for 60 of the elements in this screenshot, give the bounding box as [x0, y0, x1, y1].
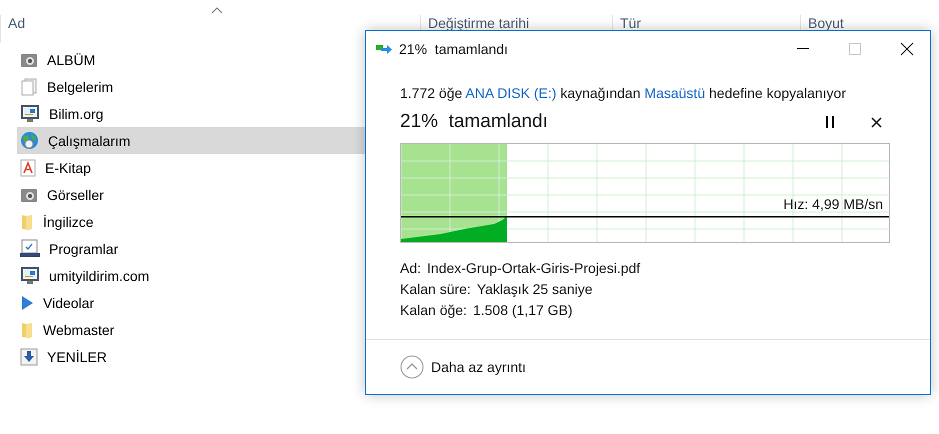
detail-value: Index-Grup-Ortak-Giris-Projesi.pdf	[427, 260, 640, 276]
play-icon	[20, 294, 34, 310]
file-row[interactable]: umityildirim.com	[17, 262, 370, 289]
sort-caret-icon	[211, 7, 223, 14]
file-row[interactable]: Programlar	[17, 235, 370, 262]
camera-icon	[20, 52, 38, 68]
file-row[interactable]: YENİLER	[17, 343, 370, 370]
file-row[interactable]: Belgelerim	[17, 73, 370, 100]
pdf-icon	[20, 158, 36, 176]
column-header[interactable]: Tür	[620, 15, 641, 31]
installer-icon	[20, 239, 40, 258]
file-row[interactable]: Videolar	[17, 289, 370, 316]
details-toggle[interactable]: Daha az ayrıntı	[400, 355, 526, 379]
file-name: E-Kitap	[45, 160, 91, 176]
camera-icon	[20, 186, 38, 202]
close-icon	[900, 42, 914, 56]
file-row[interactable]: Bilim.org	[17, 100, 370, 127]
file-name: Webmaster	[43, 322, 114, 338]
detail-value: 1.508 (1,17 GB)	[472, 302, 573, 318]
progress-label: 21% tamamlandı	[400, 111, 549, 133]
globe-icon	[20, 131, 39, 150]
maximize-icon	[849, 43, 861, 55]
window-title: 21% tamamlandı	[399, 41, 509, 57]
column-header[interactable]: Ad	[8, 15, 26, 31]
pause-icon	[825, 116, 835, 128]
file-row[interactable]: İngilizce	[17, 208, 370, 235]
file-name: Belgelerim	[47, 78, 114, 94]
file-row[interactable]: Görseller	[17, 181, 370, 208]
file-name: Programlar	[49, 240, 118, 256]
file-name: İngilizce	[43, 214, 94, 230]
location-link[interactable]: ANA DISK (E:)	[465, 85, 556, 101]
documents-icon	[20, 78, 38, 96]
file-name: Çalışmalarım	[48, 132, 130, 148]
chevron-circle-icon	[400, 355, 424, 379]
file-name: ALBÜM	[47, 52, 96, 68]
download-icon	[20, 348, 38, 366]
file-name: umityildirim.com	[49, 268, 150, 284]
column-header[interactable]: Boyut	[808, 15, 844, 31]
detail-label: Kalan süre:	[400, 281, 471, 297]
monitor-icon	[20, 266, 40, 285]
column-header[interactable]: Değiştirme tarihi	[428, 15, 530, 31]
file-row[interactable]: E-Kitap	[17, 154, 370, 181]
file-name: Videolar	[43, 294, 94, 310]
copy-icon	[375, 43, 393, 55]
folder-icon	[20, 320, 34, 338]
folder-icon	[20, 212, 34, 230]
file-row[interactable]: Webmaster	[17, 316, 370, 343]
file-name: Görseller	[47, 186, 104, 202]
file-name: Bilim.org	[49, 106, 104, 122]
file-name: YENİLER	[47, 348, 107, 364]
monitor-icon	[20, 104, 40, 123]
detail-label: Ad:	[400, 260, 422, 276]
minimize-icon	[797, 48, 809, 50]
detail-value: Yaklaşık 25 saniye	[476, 281, 593, 297]
close-icon	[870, 116, 882, 128]
location-link[interactable]: Masaüstü	[644, 85, 706, 101]
file-row[interactable]: ALBÜM	[17, 46, 370, 73]
speed-reading: Hız: 4,99 MB/sn	[783, 196, 883, 212]
detail-label: Kalan öğe:	[400, 302, 467, 318]
copy-description: 1.772 öğe ANA DISK (E:) kaynağından Masaüstü hedefine kopyalanıyor	[400, 85, 847, 101]
